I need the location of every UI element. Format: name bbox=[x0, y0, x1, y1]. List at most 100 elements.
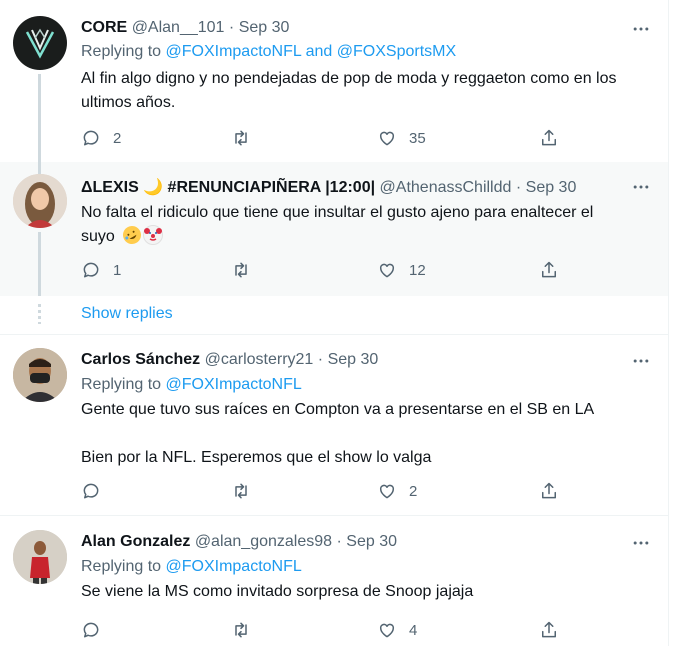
separator-dot: · bbox=[317, 351, 324, 368]
like-icon bbox=[379, 484, 395, 499]
reply-button[interactable]: 1 bbox=[81, 258, 121, 282]
like-button[interactable]: 35 bbox=[377, 126, 426, 150]
tweet-date[interactable]: Sep 30 bbox=[239, 19, 290, 36]
text-line: Gente que tuvo sus raíces en Compton va … bbox=[81, 401, 595, 418]
share-icon bbox=[542, 129, 556, 146]
like-count: 35 bbox=[409, 129, 426, 147]
reply-feed: CORE @Alan__101 · Sep 30 Replying to @FO… bbox=[0, 0, 669, 646]
share-button[interactable] bbox=[539, 618, 559, 642]
thread-line bbox=[38, 162, 41, 174]
like-count: 2 bbox=[409, 482, 418, 500]
tweet-alan[interactable]: Alan Gonzalez @alan_gonzales98 · Sep 30 … bbox=[0, 516, 668, 646]
more-button[interactable] bbox=[630, 176, 652, 198]
replying-prefix: Replying to bbox=[81, 558, 166, 575]
more-button[interactable] bbox=[630, 532, 652, 554]
action-bar: 2 35 bbox=[81, 126, 641, 150]
user-handle[interactable]: @carlosterry21 bbox=[205, 351, 314, 368]
text-line: suyo bbox=[81, 228, 115, 245]
action-bar: 4 bbox=[81, 618, 641, 642]
like-button[interactable]: 2 bbox=[377, 479, 417, 503]
user-handle[interactable]: @alan_gonzales98 bbox=[195, 533, 332, 550]
separator-dot: · bbox=[515, 179, 522, 196]
reply-button[interactable] bbox=[81, 479, 113, 503]
retweet-button[interactable] bbox=[231, 618, 263, 642]
separator-dot: · bbox=[228, 19, 235, 36]
core-logo-icon bbox=[25, 28, 55, 59]
tweet-text: Se viene la MS como invitado sorpresa de… bbox=[81, 580, 651, 604]
more-button[interactable] bbox=[630, 350, 652, 372]
show-replies-row[interactable]: Show replies bbox=[0, 296, 668, 334]
replying-prefix: Replying to bbox=[81, 376, 166, 393]
more-icon bbox=[633, 359, 649, 363]
user-handle[interactable]: @AthenassChilldd bbox=[380, 179, 512, 196]
like-icon bbox=[379, 623, 395, 638]
reply-icon bbox=[83, 483, 99, 499]
tweet-alexis[interactable]: ΔLEXIS 🌙 #RENUNCIAPIÑERA |12:00| @Athena… bbox=[0, 162, 668, 296]
tweet-carlos[interactable]: Carlos Sánchez @carlosterry21 · Sep 30 R… bbox=[0, 335, 668, 515]
share-icon bbox=[542, 261, 556, 278]
tweet-date[interactable]: Sep 30 bbox=[346, 533, 397, 550]
text-line-with-emoji: suyo bbox=[81, 222, 651, 249]
like-count: 4 bbox=[409, 621, 418, 639]
tweet-header: Carlos Sánchez @carlosterry21 · Sep 30 bbox=[81, 351, 378, 369]
text-line: Al fin algo digno y no pendejadas de pop… bbox=[81, 70, 617, 87]
like-icon bbox=[379, 131, 395, 146]
user-handle[interactable]: @Alan__101 bbox=[132, 19, 225, 36]
replying-to: Replying to @FOXImpactoNFL bbox=[81, 376, 302, 394]
more-icon bbox=[633, 541, 649, 545]
separator-dot: · bbox=[336, 533, 342, 550]
share-button[interactable] bbox=[539, 126, 559, 150]
tweet-core[interactable]: CORE @Alan__101 · Sep 30 Replying to @FO… bbox=[0, 0, 668, 162]
share-button[interactable] bbox=[539, 479, 559, 503]
retweet-icon bbox=[235, 262, 247, 278]
reply-count: 2 bbox=[113, 129, 122, 147]
mention-link[interactable]: @FOXImpactoNFL bbox=[166, 376, 302, 393]
tweet-header: Alan Gonzalez @alan_gonzales98 · Sep 30 bbox=[81, 533, 397, 551]
replying-to: Replying to @FOXImpactoNFL and @FOXSport… bbox=[81, 43, 456, 61]
share-icon bbox=[542, 621, 556, 638]
thread-line bbox=[38, 74, 41, 162]
rolling-on-floor-laughing-icon bbox=[119, 222, 145, 248]
like-icon bbox=[379, 263, 395, 278]
avatar[interactable] bbox=[13, 530, 67, 584]
reply-button[interactable]: 2 bbox=[81, 126, 121, 150]
text-line bbox=[81, 422, 651, 446]
more-button[interactable] bbox=[630, 18, 652, 40]
like-button[interactable]: 12 bbox=[377, 258, 426, 282]
text-line: ultimos años. bbox=[81, 94, 176, 111]
action-bar: 2 bbox=[81, 479, 641, 503]
avatar[interactable] bbox=[13, 348, 67, 402]
retweet-icon bbox=[235, 130, 247, 146]
avatar[interactable] bbox=[13, 16, 67, 70]
mention-link[interactable]: @FOXImpactoNFL and @FOXSportsMX bbox=[166, 43, 457, 60]
thread-dots bbox=[38, 304, 41, 324]
more-icon bbox=[633, 27, 649, 31]
retweet-button[interactable] bbox=[231, 126, 263, 150]
tweet-date[interactable]: Sep 30 bbox=[328, 351, 379, 368]
tweet-header: ΔLEXIS 🌙 #RENUNCIAPIÑERA |12:00| @Athena… bbox=[81, 177, 576, 197]
text-line: No falta el ridiculo que tiene que insul… bbox=[81, 204, 594, 221]
display-name[interactable]: Carlos Sánchez bbox=[81, 351, 200, 368]
avatar[interactable] bbox=[13, 174, 67, 228]
tweet-text: Gente que tuvo sus raíces en Compton va … bbox=[81, 398, 651, 470]
show-replies-link[interactable]: Show replies bbox=[81, 305, 173, 323]
reply-icon bbox=[83, 262, 99, 278]
mention-link[interactable]: @FOXImpactoNFL bbox=[166, 558, 302, 575]
retweet-icon bbox=[235, 622, 247, 638]
profile-photo-icon bbox=[13, 174, 67, 228]
like-button[interactable]: 4 bbox=[377, 618, 417, 642]
clown-face-icon bbox=[143, 225, 164, 245]
tweet-text: Al fin algo digno y no pendejadas de pop… bbox=[81, 67, 651, 115]
retweet-button[interactable] bbox=[231, 479, 263, 503]
replying-prefix: Replying to bbox=[81, 43, 166, 60]
display-name[interactable]: CORE bbox=[81, 19, 127, 36]
profile-photo-icon bbox=[13, 530, 67, 584]
tweet-date[interactable]: Sep 30 bbox=[526, 179, 577, 196]
retweet-button[interactable] bbox=[231, 258, 263, 282]
display-name[interactable]: ΔLEXIS 🌙 #RENUNCIAPIÑERA |12:00| bbox=[81, 179, 375, 196]
share-button[interactable] bbox=[539, 258, 559, 282]
reply-icon bbox=[83, 130, 99, 146]
reply-button[interactable] bbox=[81, 618, 113, 642]
display-name[interactable]: Alan Gonzalez bbox=[81, 533, 190, 550]
retweet-icon bbox=[235, 483, 247, 499]
